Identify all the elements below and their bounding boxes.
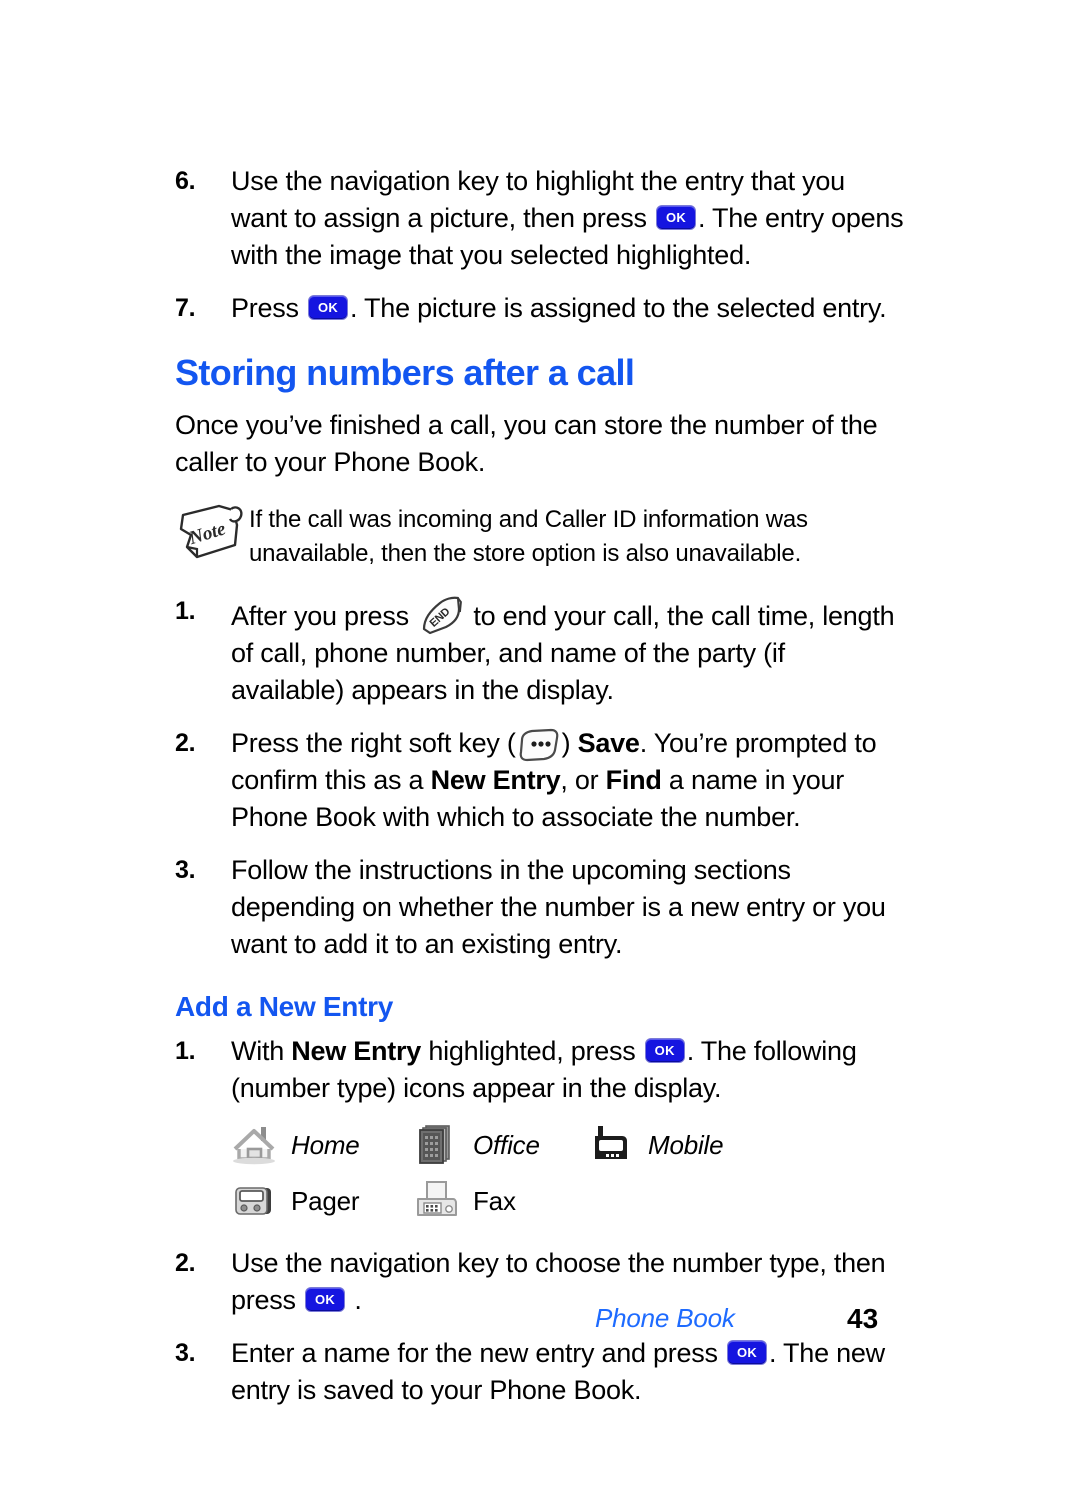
step-text-part4: , or	[560, 765, 599, 795]
section-step-2: 2. Press the right soft key () Save. You…	[175, 725, 905, 836]
step-text-bold-new-entry: New Entry	[291, 1036, 422, 1066]
note-icon: Note	[175, 501, 249, 563]
step-number: 7.	[175, 294, 196, 322]
ok-key-icon: OK	[656, 205, 697, 230]
number-type-label: Office	[473, 1129, 540, 1160]
note-block: Note If the call was incoming and Caller…	[175, 499, 905, 571]
step-7: 7. Press OK . The picture is assigned to …	[175, 290, 905, 327]
number-type-home: Home	[231, 1123, 413, 1167]
number-type-label: Mobile	[648, 1129, 724, 1160]
ok-key-label: OK	[654, 1043, 675, 1058]
step-text: Press the right soft key () Save. You’re…	[231, 725, 905, 836]
step-text-bold-save: Save	[577, 728, 640, 758]
subsection-heading: Add a New Entry	[175, 991, 393, 1022]
soft-key-icon	[517, 728, 561, 762]
number-type-legend: Home Office Mobile Pager Fax	[231, 1123, 905, 1223]
number-type-pager: Pager	[231, 1179, 413, 1223]
page-content: 6. Use the navigation key to highlight t…	[175, 163, 905, 1425]
step-text: Press OK . The picture is assigned to the…	[231, 290, 905, 327]
step-number: 1.	[175, 1037, 196, 1065]
note-text: If the call was incoming and Caller ID i…	[249, 506, 808, 567]
ok-key-label: OK	[665, 210, 687, 225]
fax-icon	[413, 1179, 459, 1223]
number-type-label: Home	[291, 1129, 360, 1160]
step-text-part2: )	[561, 728, 571, 758]
number-type-fax: Fax	[413, 1179, 588, 1223]
section-step-3: 3. Follow the instructions in the upcomi…	[175, 852, 905, 963]
step-text: After you press END to end your call, th…	[231, 593, 905, 709]
step-text-part2: highlighted, press	[428, 1036, 636, 1066]
home-icon	[231, 1123, 277, 1167]
step-number: 2.	[175, 729, 196, 757]
step-number: 2.	[175, 1249, 196, 1277]
office-icon	[413, 1123, 459, 1167]
section-heading: Storing numbers after a call	[175, 352, 635, 393]
page-footer: Phone Book 43	[175, 1303, 905, 1347]
step-text-before: Press	[231, 293, 299, 323]
ok-key-label: OK	[317, 300, 339, 315]
pager-icon	[231, 1179, 277, 1223]
step-number: 3.	[175, 856, 196, 884]
number-type-row-2: Pager Fax	[231, 1179, 905, 1223]
step-text-bold-find: Find	[605, 765, 662, 795]
step-6: 6. Use the navigation key to highlight t…	[175, 163, 905, 274]
step-text-part1: Press the right soft key (	[231, 728, 516, 758]
step-text: Follow the instructions in the upcoming …	[231, 855, 886, 959]
footer-chapter-name: Phone Book	[595, 1303, 735, 1333]
number-type-office: Office	[413, 1123, 588, 1167]
step-text-after: . The picture is assigned to the selecte…	[350, 293, 887, 323]
mobile-icon	[588, 1123, 634, 1167]
ok-key-icon: OK	[644, 1038, 685, 1063]
subsection-step-1: 1. With New Entry highlighted, press OK.…	[175, 1033, 905, 1107]
section-step-1: 1. After you press END to end your call,…	[175, 593, 905, 709]
step-number: 6.	[175, 167, 196, 195]
number-type-mobile: Mobile	[588, 1123, 724, 1167]
step-text: Use the navigation key to highlight the …	[231, 163, 905, 274]
manual-page: 6. Use the navigation key to highlight t…	[0, 0, 1080, 1492]
step-text-bold-new-entry: New Entry	[430, 765, 561, 795]
number-type-row-1: Home Office Mobile	[231, 1123, 905, 1167]
ok-key-icon: OK	[308, 295, 349, 320]
step-number: 1.	[175, 597, 196, 625]
step-text-part1: With	[231, 1036, 284, 1066]
section-intro: Once you’ve finished a call, you can sto…	[175, 410, 878, 477]
number-type-label: Fax	[473, 1185, 516, 1216]
number-type-label: Pager	[291, 1185, 360, 1216]
end-key-icon: END	[418, 593, 464, 635]
footer-page-number: 43	[847, 1303, 879, 1334]
step-text-part1: After you press	[231, 601, 409, 631]
step-text: With New Entry highlighted, press OK. Th…	[231, 1033, 905, 1107]
